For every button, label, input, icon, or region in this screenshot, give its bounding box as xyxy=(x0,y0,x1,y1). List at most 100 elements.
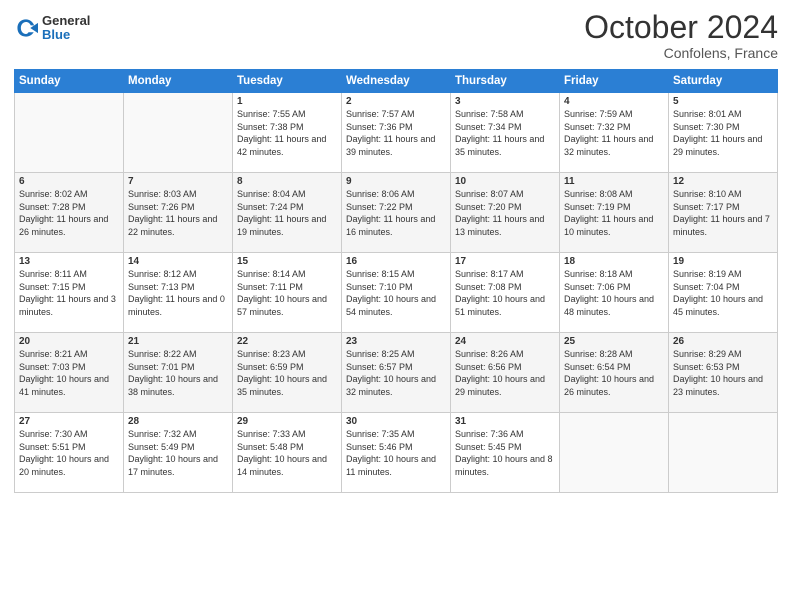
calendar-cell: 30Sunrise: 7:35 AMSunset: 5:46 PMDayligh… xyxy=(342,413,451,493)
info-line: Sunset: 7:38 PM xyxy=(237,121,337,134)
day-number: 24 xyxy=(455,336,555,347)
cell-info: Sunrise: 8:23 AMSunset: 6:59 PMDaylight:… xyxy=(237,348,337,398)
info-line: Sunrise: 8:15 AM xyxy=(346,268,446,281)
info-line: Sunrise: 8:23 AM xyxy=(237,348,337,361)
page: General Blue October 2024 Confolens, Fra… xyxy=(0,0,792,612)
cell-info: Sunrise: 8:17 AMSunset: 7:08 PMDaylight:… xyxy=(455,268,555,318)
cell-info: Sunrise: 8:07 AMSunset: 7:20 PMDaylight:… xyxy=(455,188,555,238)
cell-info: Sunrise: 8:19 AMSunset: 7:04 PMDaylight:… xyxy=(673,268,773,318)
location-title: Confolens, France xyxy=(584,45,778,61)
header: General Blue October 2024 Confolens, Fra… xyxy=(14,10,778,61)
info-line: Sunset: 7:13 PM xyxy=(128,281,228,294)
calendar-cell xyxy=(124,93,233,173)
week-row-1: 1Sunrise: 7:55 AMSunset: 7:38 PMDaylight… xyxy=(15,93,778,173)
info-line: Sunset: 6:54 PM xyxy=(564,361,664,374)
info-line: Daylight: 10 hours and 26 minutes. xyxy=(564,373,664,398)
week-row-3: 13Sunrise: 8:11 AMSunset: 7:15 PMDayligh… xyxy=(15,253,778,333)
info-line: Daylight: 10 hours and 32 minutes. xyxy=(346,373,446,398)
cell-info: Sunrise: 8:14 AMSunset: 7:11 PMDaylight:… xyxy=(237,268,337,318)
info-line: Daylight: 10 hours and 20 minutes. xyxy=(19,453,119,478)
day-number: 21 xyxy=(128,336,228,347)
info-line: Sunset: 5:46 PM xyxy=(346,441,446,454)
calendar-cell: 21Sunrise: 8:22 AMSunset: 7:01 PMDayligh… xyxy=(124,333,233,413)
calendar-cell: 1Sunrise: 7:55 AMSunset: 7:38 PMDaylight… xyxy=(233,93,342,173)
day-number: 22 xyxy=(237,336,337,347)
info-line: Daylight: 10 hours and 35 minutes. xyxy=(237,373,337,398)
cell-info: Sunrise: 7:55 AMSunset: 7:38 PMDaylight:… xyxy=(237,108,337,158)
info-line: Daylight: 11 hours and 26 minutes. xyxy=(19,213,119,238)
day-number: 19 xyxy=(673,256,773,267)
info-line: Sunrise: 7:33 AM xyxy=(237,428,337,441)
col-friday: Friday xyxy=(560,70,669,93)
calendar-cell: 23Sunrise: 8:25 AMSunset: 6:57 PMDayligh… xyxy=(342,333,451,413)
day-number: 13 xyxy=(19,256,119,267)
cell-info: Sunrise: 8:15 AMSunset: 7:10 PMDaylight:… xyxy=(346,268,446,318)
day-number: 20 xyxy=(19,336,119,347)
info-line: Sunrise: 8:26 AM xyxy=(455,348,555,361)
day-number: 5 xyxy=(673,96,773,107)
info-line: Sunrise: 8:18 AM xyxy=(564,268,664,281)
info-line: Sunrise: 7:58 AM xyxy=(455,108,555,121)
cell-info: Sunrise: 7:32 AMSunset: 5:49 PMDaylight:… xyxy=(128,428,228,478)
logo-text: General Blue xyxy=(42,14,90,43)
info-line: Sunrise: 7:55 AM xyxy=(237,108,337,121)
calendar-cell: 6Sunrise: 8:02 AMSunset: 7:28 PMDaylight… xyxy=(15,173,124,253)
info-line: Sunset: 6:53 PM xyxy=(673,361,773,374)
col-tuesday: Tuesday xyxy=(233,70,342,93)
calendar-cell xyxy=(669,413,778,493)
info-line: Sunset: 6:57 PM xyxy=(346,361,446,374)
info-line: Sunrise: 8:11 AM xyxy=(19,268,119,281)
day-number: 1 xyxy=(237,96,337,107)
info-line: Sunset: 7:10 PM xyxy=(346,281,446,294)
calendar-cell: 7Sunrise: 8:03 AMSunset: 7:26 PMDaylight… xyxy=(124,173,233,253)
info-line: Daylight: 10 hours and 29 minutes. xyxy=(455,373,555,398)
cell-info: Sunrise: 8:03 AMSunset: 7:26 PMDaylight:… xyxy=(128,188,228,238)
day-number: 15 xyxy=(237,256,337,267)
info-line: Daylight: 10 hours and 8 minutes. xyxy=(455,453,555,478)
day-number: 16 xyxy=(346,256,446,267)
info-line: Sunrise: 8:01 AM xyxy=(673,108,773,121)
info-line: Sunrise: 8:03 AM xyxy=(128,188,228,201)
calendar-cell: 13Sunrise: 8:11 AMSunset: 7:15 PMDayligh… xyxy=(15,253,124,333)
cell-info: Sunrise: 7:30 AMSunset: 5:51 PMDaylight:… xyxy=(19,428,119,478)
col-thursday: Thursday xyxy=(451,70,560,93)
info-line: Sunset: 7:15 PM xyxy=(19,281,119,294)
info-line: Sunrise: 8:17 AM xyxy=(455,268,555,281)
calendar-cell: 29Sunrise: 7:33 AMSunset: 5:48 PMDayligh… xyxy=(233,413,342,493)
info-line: Sunset: 7:17 PM xyxy=(673,201,773,214)
info-line: Daylight: 11 hours and 29 minutes. xyxy=(673,133,773,158)
info-line: Daylight: 11 hours and 16 minutes. xyxy=(346,213,446,238)
day-number: 7 xyxy=(128,176,228,187)
week-row-5: 27Sunrise: 7:30 AMSunset: 5:51 PMDayligh… xyxy=(15,413,778,493)
info-line: Sunset: 7:22 PM xyxy=(346,201,446,214)
info-line: Daylight: 10 hours and 45 minutes. xyxy=(673,293,773,318)
info-line: Sunset: 5:51 PM xyxy=(19,441,119,454)
cell-info: Sunrise: 8:02 AMSunset: 7:28 PMDaylight:… xyxy=(19,188,119,238)
info-line: Sunrise: 8:22 AM xyxy=(128,348,228,361)
info-line: Sunrise: 7:57 AM xyxy=(346,108,446,121)
calendar-cell: 3Sunrise: 7:58 AMSunset: 7:34 PMDaylight… xyxy=(451,93,560,173)
calendar-cell: 10Sunrise: 8:07 AMSunset: 7:20 PMDayligh… xyxy=(451,173,560,253)
calendar-body: 1Sunrise: 7:55 AMSunset: 7:38 PMDaylight… xyxy=(15,93,778,493)
info-line: Daylight: 10 hours and 17 minutes. xyxy=(128,453,228,478)
cell-info: Sunrise: 8:22 AMSunset: 7:01 PMDaylight:… xyxy=(128,348,228,398)
cell-info: Sunrise: 8:11 AMSunset: 7:15 PMDaylight:… xyxy=(19,268,119,318)
info-line: Sunrise: 8:19 AM xyxy=(673,268,773,281)
calendar-cell: 28Sunrise: 7:32 AMSunset: 5:49 PMDayligh… xyxy=(124,413,233,493)
info-line: Sunset: 5:49 PM xyxy=(128,441,228,454)
calendar-table: Sunday Monday Tuesday Wednesday Thursday… xyxy=(14,69,778,493)
info-line: Daylight: 10 hours and 14 minutes. xyxy=(237,453,337,478)
info-line: Sunset: 7:32 PM xyxy=(564,121,664,134)
info-line: Sunset: 7:36 PM xyxy=(346,121,446,134)
logo-icon xyxy=(14,16,38,40)
info-line: Daylight: 11 hours and 3 minutes. xyxy=(19,293,119,318)
cell-info: Sunrise: 7:33 AMSunset: 5:48 PMDaylight:… xyxy=(237,428,337,478)
info-line: Sunset: 5:48 PM xyxy=(237,441,337,454)
info-line: Daylight: 10 hours and 23 minutes. xyxy=(673,373,773,398)
cell-info: Sunrise: 8:29 AMSunset: 6:53 PMDaylight:… xyxy=(673,348,773,398)
day-number: 8 xyxy=(237,176,337,187)
info-line: Sunrise: 8:12 AM xyxy=(128,268,228,281)
day-number: 28 xyxy=(128,416,228,427)
cell-info: Sunrise: 8:10 AMSunset: 7:17 PMDaylight:… xyxy=(673,188,773,238)
info-line: Sunrise: 7:35 AM xyxy=(346,428,446,441)
